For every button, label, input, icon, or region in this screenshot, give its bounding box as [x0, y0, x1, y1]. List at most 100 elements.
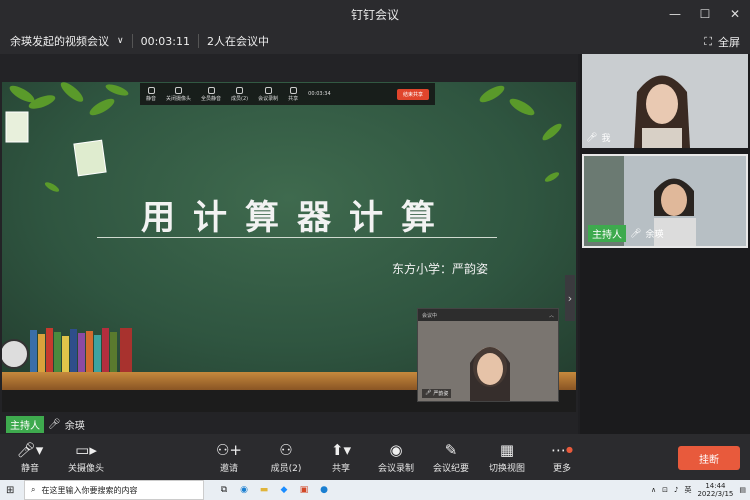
camera-icon: ▭▸: [75, 440, 97, 459]
speaker-tag: 主持人 🎤︎ 余瑛: [6, 416, 85, 433]
mic-icon: 🎤︎: [425, 390, 432, 396]
floating-video-header: 会议中 ︿: [418, 309, 558, 321]
participant-tile-self[interactable]: 🎤︎ 我: [582, 54, 748, 148]
maximize-icon[interactable]: ☐: [690, 0, 720, 28]
edge-icon[interactable]: ◉: [234, 480, 254, 500]
share-screen-icon: ⬆︎▾: [330, 440, 352, 459]
fullscreen-icon: ⛶: [704, 35, 712, 48]
task-view-icon[interactable]: ⧉: [214, 480, 234, 500]
invite-label: 邀请: [219, 463, 238, 474]
share-toolbar-item[interactable]: 会议录制: [258, 86, 279, 102]
mic-icon: 🎤︎: [48, 419, 61, 430]
switch-view-button[interactable]: ▦ 切换视图: [487, 434, 527, 480]
fullscreen-button[interactable]: ⛶ 全屏: [704, 34, 740, 50]
host-badge: 主持人: [588, 225, 626, 242]
network-icon[interactable]: ⊡: [662, 486, 668, 494]
participant-tile-host[interactable]: 主持人 🎤︎ 余瑛: [582, 154, 748, 248]
speaker-name: 余瑛: [64, 421, 85, 432]
share-toolbar-label: 全员静音: [201, 95, 222, 102]
members-button[interactable]: ⚇ 成员(2): [266, 434, 306, 480]
minimize-icon[interactable]: —: [660, 0, 690, 28]
mic-icon: 🎤︎: [586, 132, 598, 143]
taskbar-search-placeholder: 在这里输入你要搜索的内容: [41, 485, 138, 495]
meeting-timer: 00:03:11: [140, 34, 190, 48]
tray-chevron-icon[interactable]: ∧: [651, 486, 656, 494]
share-toolbar-item[interactable]: 成员(2): [231, 86, 249, 102]
members-label: 成员(2): [270, 463, 302, 474]
share-toolbar-item[interactable]: 关闭摄像头: [166, 86, 191, 102]
taskbar-search[interactable]: ⌕ 在这里输入你要搜索的内容: [24, 480, 204, 500]
share-toolbar-label: 共享: [288, 95, 299, 102]
share-label: 共享: [331, 463, 350, 474]
share-icon: [289, 86, 297, 94]
more-icon: ⋯●: [551, 440, 573, 459]
record-button[interactable]: ◉ 会议录制: [376, 434, 416, 480]
collapse-icon[interactable]: ︿: [549, 312, 554, 319]
clock-time: 14:44: [705, 482, 726, 490]
clock[interactable]: 14:44 2022/3/15: [697, 482, 733, 498]
meeting-name[interactable]: 余瑛发起的视频会议: [10, 33, 109, 49]
participant-count: 2人在会议中: [207, 35, 269, 48]
volume-icon[interactable]: ♪: [674, 486, 678, 494]
search-icon: ⌕: [31, 485, 36, 494]
members-icon: ⚇: [279, 440, 293, 459]
share-toolbar-item[interactable]: 全员静音: [201, 86, 222, 102]
file-explorer-icon[interactable]: ▬: [254, 480, 274, 500]
share-toolbar-label: 静音: [146, 95, 157, 102]
share-toolbar: 静音 关闭摄像头 全员静音 成员(2) 会议录制 共享 00:03:34 结束共…: [140, 83, 435, 105]
meeting-controls: 🎤︎▾ 静音 ▭▸ 关摄像头 ⚇+ 邀请 ⚇ 成员(2) ⬆︎▾ 共享 ◉ 会议…: [0, 434, 750, 480]
close-icon[interactable]: ✕: [720, 0, 750, 28]
more-label: 更多: [552, 463, 571, 474]
share-button[interactable]: ⬆︎▾ 共享: [326, 434, 356, 480]
minutes-label: 会议纪要: [432, 463, 469, 474]
window-controls: — ☐ ✕: [660, 0, 750, 28]
floating-video-window[interactable]: 会议中 ︿ 🎤︎ 严韵姿: [417, 308, 559, 402]
clock-date: 2022/3/15: [697, 490, 734, 498]
share-toolbar-timer: 00:03:34: [308, 91, 331, 97]
end-share-button[interactable]: 结束共享: [396, 88, 429, 100]
mute-label: 静音: [20, 463, 39, 474]
floating-video-status: 会议中: [422, 312, 438, 319]
participant-panel: 🎤︎ 我 主持人 🎤︎ 余瑛: [580, 54, 750, 434]
minutes-button[interactable]: ✎ 会议纪要: [431, 434, 471, 480]
share-toolbar-item[interactable]: 静音: [146, 86, 157, 102]
fullscreen-label: 全屏: [718, 36, 740, 49]
minutes-icon: ✎: [444, 440, 458, 459]
meeting-info-bar: 余瑛发起的视频会议 ∨ 00:03:11 2人在会议中 ⛶ 全屏: [0, 28, 750, 54]
add-user-icon: ⚇+: [215, 440, 242, 459]
os-taskbar: ⊞ ⌕ 在这里输入你要搜索的内容 ⧉ ◉ ▬ ◆ ▣ ● ∧ ⊡ ♪ 英 14:…: [0, 480, 750, 500]
record-label: 会议录制: [377, 463, 414, 474]
share-toolbar-item[interactable]: 共享: [288, 86, 299, 102]
invite-button[interactable]: ⚇+ 邀请: [212, 434, 246, 480]
dingtalk-icon[interactable]: ◆: [274, 480, 294, 500]
camera-icon: [175, 86, 183, 94]
share-toolbar-label: 会议录制: [258, 95, 279, 102]
title-underline: [97, 237, 497, 238]
shared-screen-area: 用计算器计算 东方小学：严韵姿 会议中 ︿ 🎤︎ 严韵姿 静音 关闭摄像头 全员…: [0, 54, 578, 434]
share-toolbar-label: 成员(2): [231, 95, 249, 102]
input-language[interactable]: 英: [684, 485, 691, 495]
participant-name: 我: [601, 134, 611, 144]
chevron-right-icon[interactable]: ›: [565, 275, 575, 321]
title-bar: 钉钉会议 — ☐ ✕: [0, 0, 750, 28]
divider: [131, 34, 133, 48]
slide-author: 东方小学：严韵姿: [392, 262, 489, 276]
more-button[interactable]: ⋯● 更多: [549, 434, 575, 480]
record-icon: ◉: [389, 440, 403, 459]
hangup-button[interactable]: 挂断: [678, 446, 740, 470]
chevron-down-icon[interactable]: ∨: [117, 36, 124, 46]
camera-button[interactable]: ▭▸ 关摄像头: [64, 434, 108, 480]
mic-icon: [147, 86, 155, 94]
powerpoint-icon[interactable]: ▣: [294, 480, 314, 500]
participant-label: 主持人 🎤︎ 余瑛: [588, 225, 663, 242]
windows-start-icon[interactable]: ⊞: [6, 485, 14, 496]
mute-all-icon: [207, 86, 215, 94]
mic-icon: 🎤︎: [630, 228, 642, 239]
book-stack: [30, 328, 140, 372]
chat-icon[interactable]: ●: [314, 480, 334, 500]
floating-video-name-label: 严韵姿: [433, 391, 449, 397]
notification-icon[interactable]: ▤: [739, 486, 746, 494]
window-title: 钉钉会议: [350, 7, 399, 22]
participant-label: 🎤︎ 我: [586, 131, 611, 145]
mute-button[interactable]: 🎤︎▾ 静音: [12, 434, 48, 480]
